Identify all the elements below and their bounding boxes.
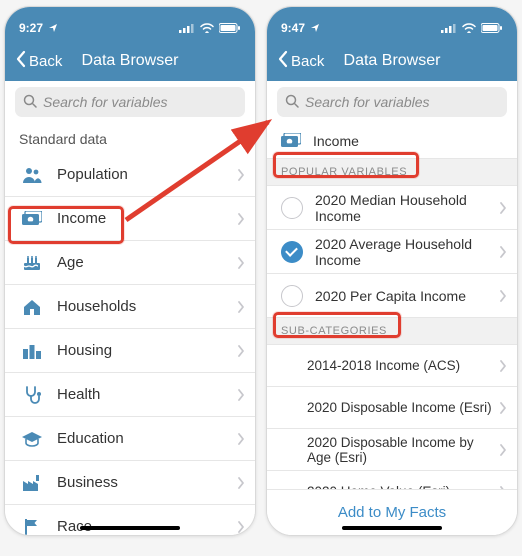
back-label: Back	[291, 53, 324, 70]
chevron-right-icon	[499, 443, 507, 457]
subcategory-label: 2020 Disposable Income by Age (Esri)	[307, 435, 499, 465]
variable-row[interactable]: 2020 Average Household Income	[267, 230, 517, 274]
search-wrap: Search for variables	[267, 81, 517, 123]
variable-label: 2020 Median Household Income	[315, 192, 499, 224]
nav-header: Back Data Browser	[5, 41, 255, 81]
category-label: Health	[57, 386, 237, 403]
chevron-right-icon	[237, 388, 245, 402]
chevron-right-icon	[499, 201, 507, 215]
radio-unselected-icon	[281, 285, 303, 307]
category-row-race[interactable]: Race	[5, 505, 255, 536]
chevron-left-icon	[15, 50, 27, 72]
chevron-right-icon	[237, 256, 245, 270]
status-bar: 9:47	[267, 7, 517, 41]
chevron-right-icon	[237, 476, 245, 490]
money-icon	[281, 133, 303, 149]
location-icon	[310, 23, 320, 33]
category-label: Housing	[57, 342, 237, 359]
wifi-icon	[200, 23, 214, 33]
category-row-business[interactable]: Business	[5, 461, 255, 505]
money-icon	[19, 211, 45, 227]
variable-row[interactable]: 2020 Per Capita Income	[267, 274, 517, 318]
popular-variables-list: 2020 Median Household Income 2020 Average…	[267, 186, 517, 318]
battery-icon	[219, 23, 241, 33]
category-row-age[interactable]: Age	[5, 241, 255, 285]
chevron-right-icon	[237, 344, 245, 358]
house-icon	[19, 298, 45, 316]
location-icon	[48, 23, 58, 33]
signal-icon	[179, 23, 195, 33]
back-label: Back	[29, 53, 62, 70]
nav-header: Back Data Browser	[267, 41, 517, 81]
variable-label: 2020 Per Capita Income	[315, 288, 499, 304]
search-input[interactable]: Search for variables	[15, 87, 245, 117]
search-placeholder: Search for variables	[43, 94, 168, 110]
status-bar: 9:27	[5, 7, 255, 41]
category-row-income[interactable]: Income	[5, 197, 255, 241]
signal-icon	[441, 23, 457, 33]
grad-icon	[19, 431, 45, 447]
subcategory-row[interactable]: 2020 Disposable Income by Age (Esri)	[267, 429, 517, 471]
search-icon	[23, 94, 37, 111]
chevron-right-icon	[499, 401, 507, 415]
home-indicator	[342, 526, 442, 530]
category-label: Age	[57, 254, 237, 271]
back-button[interactable]: Back	[277, 50, 324, 72]
flag-icon	[19, 518, 45, 536]
category-row-education[interactable]: Education	[5, 417, 255, 461]
cake-icon	[19, 254, 45, 272]
phone-right: 9:47 Bac	[266, 6, 518, 536]
search-placeholder: Search for variables	[305, 94, 430, 110]
chevron-right-icon	[237, 432, 245, 446]
variable-label: 2020 Average Household Income	[315, 236, 499, 268]
group-header-subcategories: SUB-CATEGORIES	[267, 318, 517, 345]
category-list: Population Income Age Households Housing Heal…	[5, 153, 255, 536]
breadcrumb-income[interactable]: Income	[267, 123, 517, 159]
chevron-right-icon	[237, 520, 245, 534]
chevron-right-icon	[499, 245, 507, 259]
category-label: Population	[57, 166, 237, 183]
battery-icon	[481, 23, 503, 33]
category-row-housing[interactable]: Housing	[5, 329, 255, 373]
search-wrap: Search for variables	[5, 81, 255, 123]
group-header-popular: POPULAR VARIABLES	[267, 159, 517, 186]
chevron-left-icon	[277, 50, 289, 72]
variable-row[interactable]: 2020 Median Household Income	[267, 186, 517, 230]
search-icon	[285, 94, 299, 111]
chevron-right-icon	[237, 168, 245, 182]
category-label: Business	[57, 474, 237, 491]
chevron-right-icon	[499, 289, 507, 303]
people-icon	[19, 166, 45, 184]
category-row-health[interactable]: Health	[5, 373, 255, 417]
subcategory-label: 2020 Disposable Income (Esri)	[307, 400, 499, 415]
footer-action-label: Add to My Facts	[338, 504, 446, 521]
back-button[interactable]: Back	[15, 50, 62, 72]
breadcrumb-label: Income	[313, 133, 359, 149]
status-time: 9:47	[281, 21, 305, 35]
category-row-population[interactable]: Population	[5, 153, 255, 197]
chevron-right-icon	[237, 212, 245, 226]
steth-icon	[19, 385, 45, 405]
wifi-icon	[462, 23, 476, 33]
checkmark-icon	[281, 241, 303, 263]
subcategory-row[interactable]: 2014-2018 Income (ACS)	[267, 345, 517, 387]
section-label: Standard data	[5, 123, 255, 153]
chevron-right-icon	[499, 359, 507, 373]
category-row-households[interactable]: Households	[5, 285, 255, 329]
radio-unselected-icon	[281, 197, 303, 219]
subcategory-label: 2014-2018 Income (ACS)	[307, 358, 499, 373]
category-label: Income	[57, 210, 237, 227]
subcategory-row[interactable]: 2020 Disposable Income (Esri)	[267, 387, 517, 429]
phone-left: 9:27 Bac	[4, 6, 256, 536]
category-label: Education	[57, 430, 237, 447]
status-time: 9:27	[19, 21, 43, 35]
factory-icon	[19, 474, 45, 492]
chevron-right-icon	[237, 300, 245, 314]
home-indicator	[80, 526, 180, 530]
search-input[interactable]: Search for variables	[277, 87, 507, 117]
category-label: Households	[57, 298, 237, 315]
city-icon	[19, 342, 45, 360]
